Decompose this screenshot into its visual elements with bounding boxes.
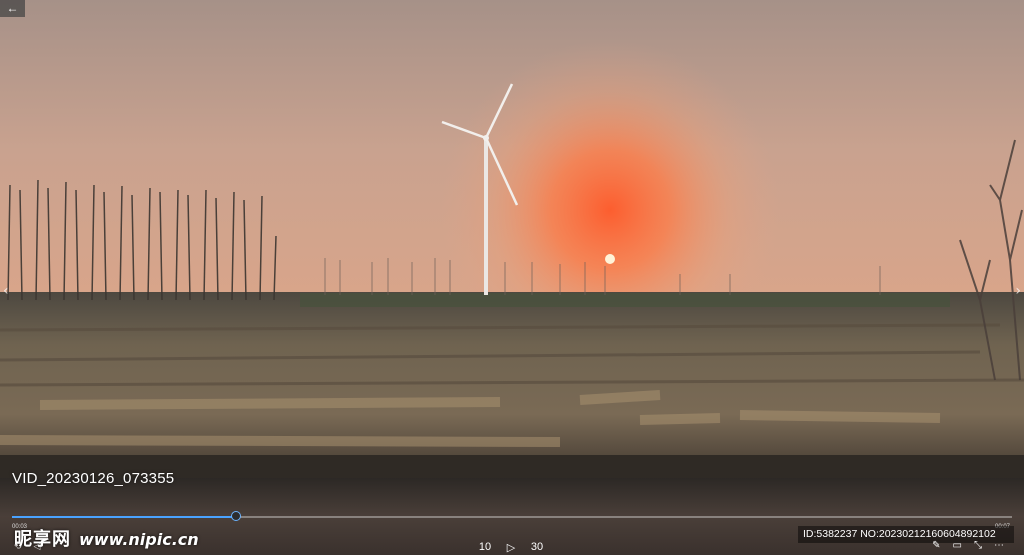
- forward-label: 30: [530, 541, 544, 553]
- forward-button[interactable]: 30: [529, 540, 545, 554]
- progress-thumb[interactable]: [231, 511, 241, 521]
- play-icon: ▷: [506, 541, 516, 554]
- previous-arrow-icon[interactable]: ‹: [3, 283, 9, 299]
- edit-icon[interactable]: ✎: [932, 540, 940, 551]
- watermark-url: www.nipic.cn: [79, 530, 199, 549]
- rewind-button[interactable]: 10: [477, 540, 493, 554]
- collapse-icon[interactable]: ⤡: [974, 540, 982, 551]
- progress-bar[interactable]: [12, 511, 1012, 521]
- progress-fill: [12, 516, 236, 518]
- video-filename: VID_20230126_073355: [12, 470, 175, 487]
- rewind-label: 10: [478, 541, 492, 553]
- volume-icon[interactable]: ◁: [34, 541, 41, 552]
- next-arrow-icon[interactable]: ›: [1015, 283, 1021, 299]
- watermark: 昵享网 www.nipic.cn: [14, 525, 199, 551]
- picture-in-picture-icon[interactable]: ▭: [953, 540, 962, 551]
- more-options-icon[interactable]: ⋯: [994, 540, 1004, 551]
- rotate-icon[interactable]: ⟲: [14, 541, 22, 552]
- sun: [605, 254, 615, 264]
- play-button[interactable]: ▷: [503, 540, 519, 554]
- playback-controls: 10 ▷ 30: [477, 540, 545, 554]
- right-tools: ✎ ▭ ⤡ ⋯: [932, 540, 1004, 551]
- back-button[interactable]: ←: [0, 0, 25, 17]
- left-tools: ⟲ ◁: [14, 541, 40, 552]
